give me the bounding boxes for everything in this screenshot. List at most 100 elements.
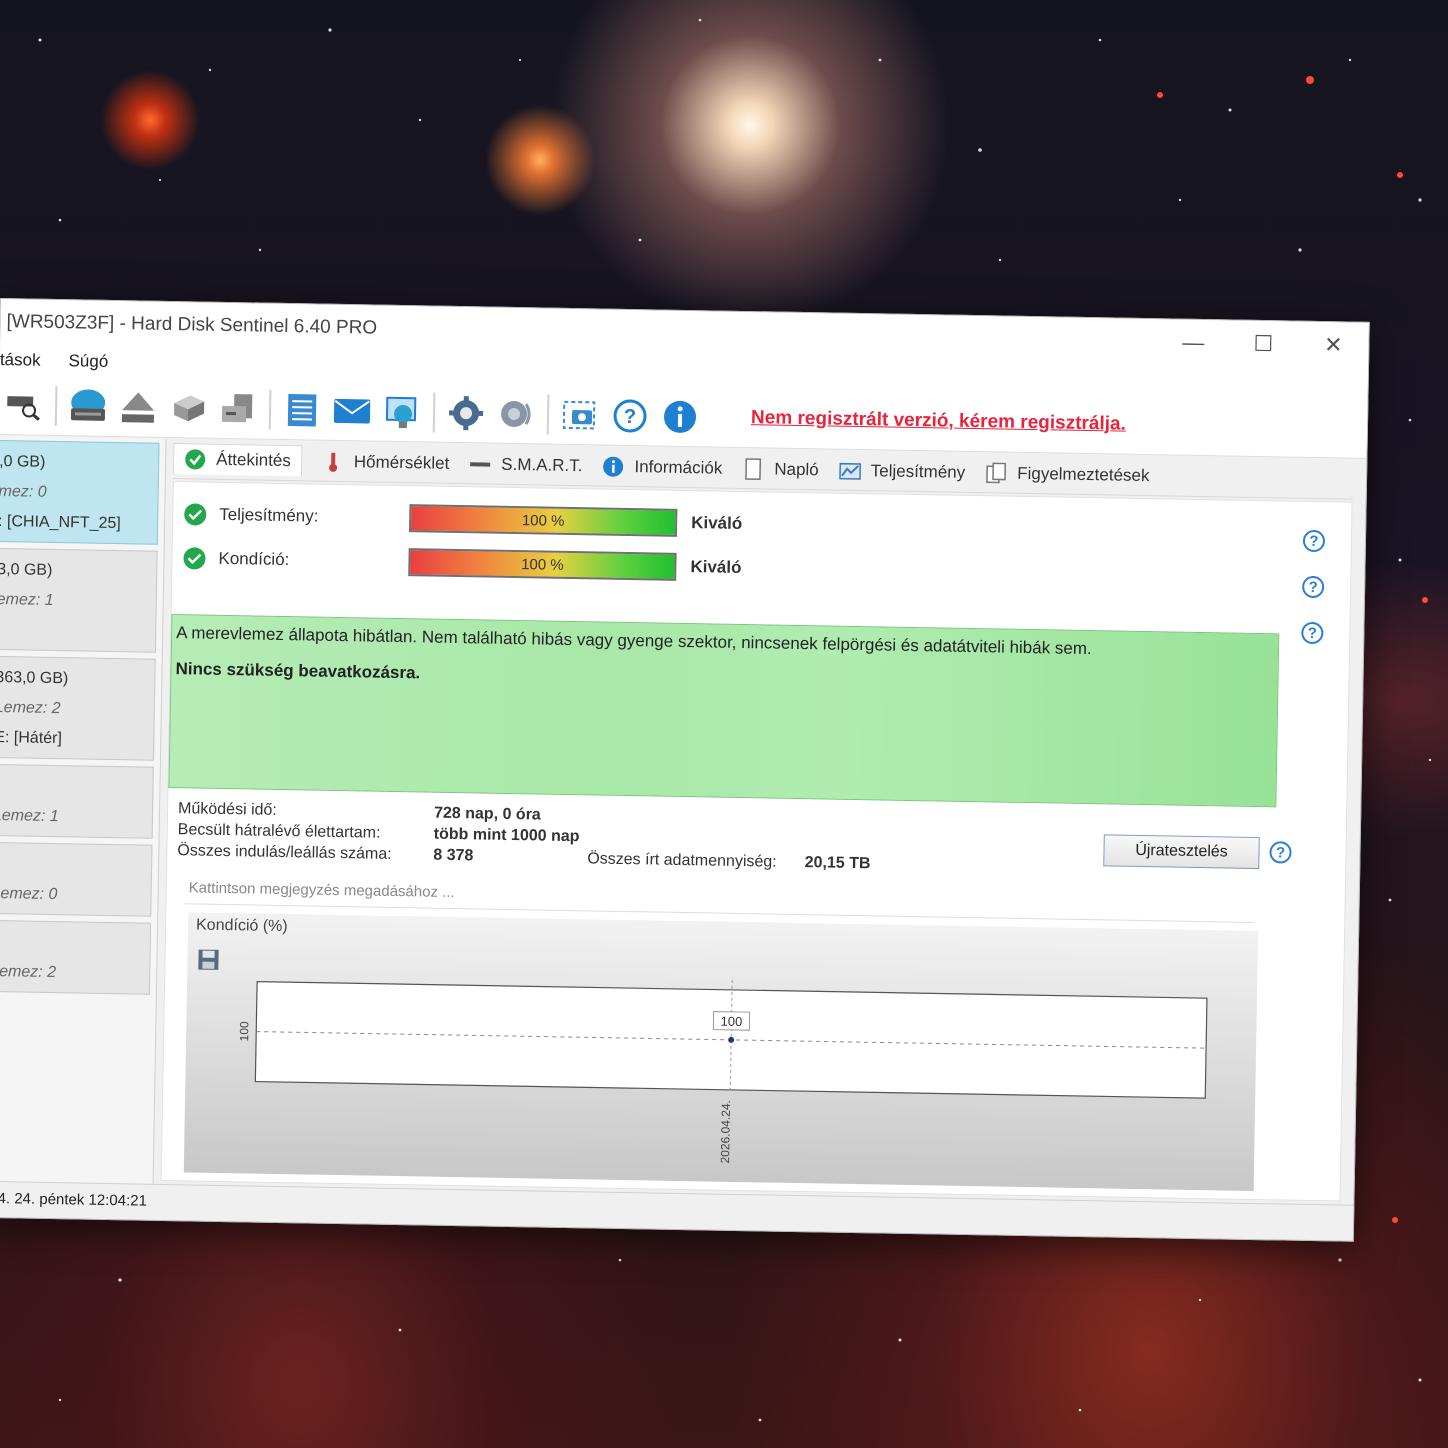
alerts-icon	[985, 462, 1007, 484]
x-tick-label: 2026.04.24.	[718, 1100, 733, 1164]
tab-temperature[interactable]: Hőmérséklet	[322, 450, 450, 474]
check-icon	[183, 547, 206, 570]
overview-content: Teljesítmény: 100 % Kiváló Kondíció: 100…	[160, 481, 1353, 1202]
tab-performance[interactable]: Teljesítmény	[838, 459, 966, 483]
web-report-icon[interactable]	[380, 389, 425, 434]
report-icon[interactable]	[280, 387, 325, 432]
main-window: [WR503Z3F] - Hard Disk Sentinel 6.40 PRO…	[0, 298, 1370, 1242]
help-icon[interactable]: ?	[1269, 841, 1292, 864]
y-tick-label: 100	[237, 1021, 251, 1042]
tab-information[interactable]: Információk	[602, 455, 723, 479]
menu-item-settings[interactable]: tások	[0, 350, 41, 371]
tab-label: Hőmérséklet	[353, 451, 450, 473]
tab-overview[interactable]: Áttekintés	[172, 443, 303, 477]
performance-bar: 100 %	[408, 504, 678, 537]
help-icon[interactable]: ?	[608, 393, 653, 438]
info-icon	[602, 455, 624, 477]
health-row: Kondíció: 100 % Kiváló	[182, 544, 742, 582]
disk-number: emez: 1	[0, 590, 54, 609]
uptime-value: 728 nap, 0 óra	[433, 804, 541, 824]
tab-label: Áttekintés	[216, 449, 292, 471]
disk-number: Lemez: 2	[0, 698, 61, 718]
toolbar-separator	[268, 389, 272, 430]
check-icon	[184, 503, 207, 526]
disk-item[interactable]: ,0 GB) mez: 0 : [CHIA_NFT_25]	[0, 439, 160, 545]
performance-rating: Kiváló	[691, 513, 743, 533]
retest-button[interactable]: Újratesztelés	[1103, 834, 1260, 870]
help-icon[interactable]: ?	[1302, 529, 1326, 553]
tab-alerts[interactable]: Figyelmeztetések	[985, 462, 1150, 487]
disk-size: 363,0 GB)	[0, 668, 69, 688]
disk-size	[0, 849, 143, 882]
settings-icon[interactable]	[444, 390, 489, 435]
check-icon	[184, 448, 206, 470]
performance-icon	[838, 459, 861, 481]
status-advice: Nincs szükség beavatkozásra.	[175, 659, 421, 683]
disk-search-icon[interactable]	[2, 383, 47, 428]
disk-item[interactable]: 363,0 GB) Lemez: 2 E: [Hátér]	[0, 655, 156, 761]
menu-item-help[interactable]: Súgó	[68, 351, 108, 372]
data-label: 100	[721, 1014, 743, 1029]
tab-smart[interactable]: S.M.A.R.T.	[469, 453, 583, 477]
toolbar-separator	[546, 394, 550, 435]
tab-label: Információk	[634, 456, 723, 478]
tab-label: Figyelmeztetések	[1017, 463, 1150, 485]
status-message: A merevlemez állapota hibátlan. Nem talá…	[176, 623, 1092, 659]
register-link[interactable]: Nem regisztrált verzió, kérem regisztrál…	[751, 407, 1126, 436]
maximize-button[interactable]: ☐	[1228, 320, 1299, 367]
mail-icon[interactable]	[330, 388, 375, 433]
drive-icon[interactable]	[166, 385, 211, 430]
health-bar: 100 %	[408, 548, 677, 581]
disk-number: Lemez: 2	[0, 962, 57, 982]
disk-number: Lemez: 1	[0, 806, 59, 826]
health-chart-panel: Kondíció (%) 100 100 2026.04.24.	[183, 912, 1259, 1192]
tab-log[interactable]: Napló	[742, 457, 819, 480]
disk-info: Működési idő: 728 nap, 0 óra Becsült hátr…	[177, 800, 580, 870]
save-icon[interactable]	[197, 949, 219, 971]
disk-volume: :	[0, 615, 147, 648]
disk-item[interactable]: Lemez: 0	[0, 841, 153, 917]
help-icon[interactable]: ?	[1301, 621, 1324, 645]
thermometer-icon	[322, 450, 344, 472]
health-rating: Kiváló	[690, 557, 742, 577]
close-button[interactable]: ✕	[1298, 322, 1369, 369]
screenshot-icon[interactable]	[558, 392, 603, 437]
drive-stack-icon[interactable]	[216, 386, 261, 431]
performance-label: Teljesítmény:	[219, 504, 319, 526]
disk-volume: : [CHIA_NFT_25]	[0, 513, 121, 533]
sound-icon[interactable]	[494, 391, 539, 436]
health-percent: 100 %	[521, 555, 564, 574]
disk-size: 3,0 GB)	[0, 560, 53, 579]
minimize-button[interactable]: —	[1158, 319, 1229, 366]
status-message-box: A merevlemez állapota hibátlan. Nem talá…	[168, 614, 1280, 808]
svg-text:?: ?	[624, 405, 637, 427]
main-panel: Áttekintés Hőmérséklet S.M.A.R.T. Inform…	[160, 439, 1354, 1204]
toolbar-separator	[432, 392, 436, 433]
performance-row: Teljesítmény: 100 % Kiváló	[183, 500, 742, 538]
performance-percent: 100 %	[521, 511, 565, 530]
toolbar-separator	[54, 385, 58, 426]
help-icon[interactable]: ?	[1301, 575, 1325, 599]
tab-label: Napló	[774, 459, 819, 479]
health-label: Kondíció:	[218, 548, 290, 570]
disk-icon[interactable]	[66, 384, 111, 429]
smart-icon	[469, 453, 491, 475]
health-chart: 100 100 2026.04.24.	[237, 979, 1208, 1164]
eject-icon[interactable]	[116, 385, 161, 430]
written-data: Összes írt adatmennyiség: 20,15 TB	[587, 850, 871, 873]
lifetime-value: több mint 1000 nap	[433, 825, 580, 846]
tab-label: Teljesítmény	[870, 460, 966, 482]
startstop-label: Összes indulás/leállás száma:	[177, 842, 392, 863]
disk-number: mez: 0	[0, 483, 47, 501]
log-icon	[742, 457, 764, 480]
disk-item[interactable]: 3,0 GB) emez: 1 :	[0, 547, 158, 653]
written-label: Összes írt adatmennyiség:	[587, 850, 777, 871]
info-icon[interactable]	[658, 394, 703, 439]
disk-item[interactable]: Lemez: 1	[0, 763, 154, 839]
startstop-value: 8 378	[433, 846, 474, 865]
disk-size: )	[0, 927, 142, 960]
written-value: 20,15 TB	[804, 854, 871, 873]
disk-item[interactable]: ) Lemez: 2	[0, 919, 152, 995]
disk-size: ,0 GB)	[0, 453, 46, 471]
tab-label: S.M.A.R.T.	[501, 454, 583, 475]
